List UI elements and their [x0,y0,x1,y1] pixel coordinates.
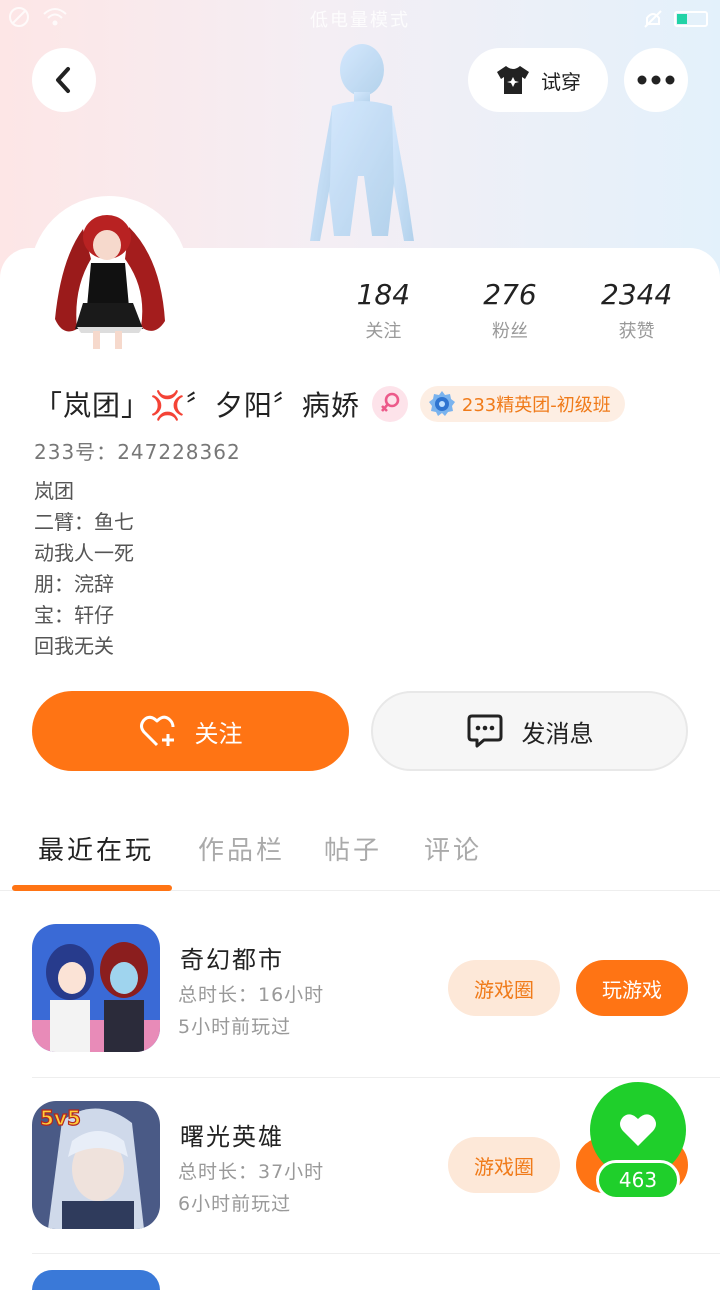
tab-recently-played[interactable]: 最近在玩 [38,830,154,867]
stat-value: 276 [483,278,537,311]
active-tab-indicator [12,885,172,891]
user-id-label: 233号： [34,440,118,464]
bio-line: 回我无关 [34,634,114,658]
back-button[interactable] [32,48,96,112]
stat-label: 关注 [365,321,402,342]
medal-icon [428,391,455,416]
status-right [642,8,708,30]
bio-line: 朋：浣辞 [34,572,114,596]
game-icon[interactable] [32,924,160,1052]
stat-label: 获赞 [618,321,655,342]
game-item[interactable]: 奇幻都市 总时长：16小时 5小时前玩过 游戏圈 玩游戏 [0,924,720,1100]
game-name: 曙光英雄 [180,1123,284,1151]
chat-bubble-icon [467,714,502,748]
follow-button[interactable]: 关注 [32,691,349,771]
game-icon-badge: 5v5 [40,1106,81,1130]
stat-likes[interactable]: 2344 获赞 [573,278,700,343]
profile-stats: 184 关注 276 粉丝 2344 获赞 [320,278,700,343]
stat-fans[interactable]: 276 粉丝 [447,278,574,343]
elite-group-badge[interactable]: 233精英团-初级班 [419,386,625,422]
more-icon [637,75,675,85]
profile-tabs: 最近在玩 作品栏 帖子 评论 [0,820,720,891]
like-floating-button[interactable]: 463 [590,1082,686,1202]
name-row: 「岚团」💢〞夕阳〞病娇 233精英团-初级班 [34,382,625,426]
avatar-image [33,199,185,351]
female-gender-icon [371,386,408,422]
stat-following[interactable]: 184 关注 [320,278,447,343]
try-on-button[interactable]: 试穿 [468,48,608,112]
elite-badge-label: 233精英团-初级班 [461,395,611,416]
heart-icon [620,1114,656,1146]
user-id-value: 247228362 [117,440,241,464]
game-last-played: 6小时前玩过 [178,1193,292,1215]
follow-label: 关注 [194,719,243,748]
heart-plus-icon [139,715,174,747]
more-button[interactable] [624,48,688,112]
try-on-label: 试穿 [541,69,581,94]
game-circle-button[interactable]: 游戏圈 [448,1137,560,1193]
nickname: 「岚团」💢〞夕阳〞病娇 [34,389,360,422]
next-game-icon[interactable] [32,1270,160,1290]
like-count: 463 [596,1160,680,1200]
mute-icon [644,10,662,28]
bio-line: 宝：轩仔 [34,603,114,627]
bio-line: 二臂：鱼七 [34,510,134,534]
game-name: 奇幻都市 [180,946,284,974]
game-circle-button[interactable]: 游戏圈 [448,960,560,1016]
tab-works[interactable]: 作品栏 [198,830,285,867]
game-total-time: 总时长：16小时 [178,984,325,1006]
stat-value: 2344 [601,278,673,311]
game-icon[interactable]: 5v5 [32,1101,160,1229]
play-game-button[interactable]: 玩游戏 [576,960,688,1016]
tab-comments[interactable]: 评论 [424,830,482,867]
divider [32,1253,720,1254]
divider [32,1077,720,1078]
message-button[interactable]: 发消息 [371,691,688,771]
avatar[interactable] [30,196,188,354]
message-label: 发消息 [521,719,594,748]
bio-line: 岚团 [34,479,74,503]
stat-label: 粉丝 [492,321,528,342]
game-total-time: 总时长：37小时 [178,1161,325,1183]
bio: 岚团 二臂：鱼七 动我人一死 朋：浣辞 宝：轩仔 回我无关 [34,476,134,662]
low-power-mode-text: 低电量模式 [310,10,410,31]
status-bar: 低电量模式 [0,0,720,36]
game-last-played: 5小时前玩过 [178,1016,292,1038]
tab-posts[interactable]: 帖子 [324,830,382,867]
avatar-3d-preview [310,44,414,241]
chevron-left-icon [56,67,70,93]
user-id: 233号：247228362 [34,436,241,465]
stat-value: 184 [356,278,411,311]
battery-icon [674,11,708,27]
tshirt-icon [497,66,529,94]
bio-line: 动我人一死 [34,541,134,565]
